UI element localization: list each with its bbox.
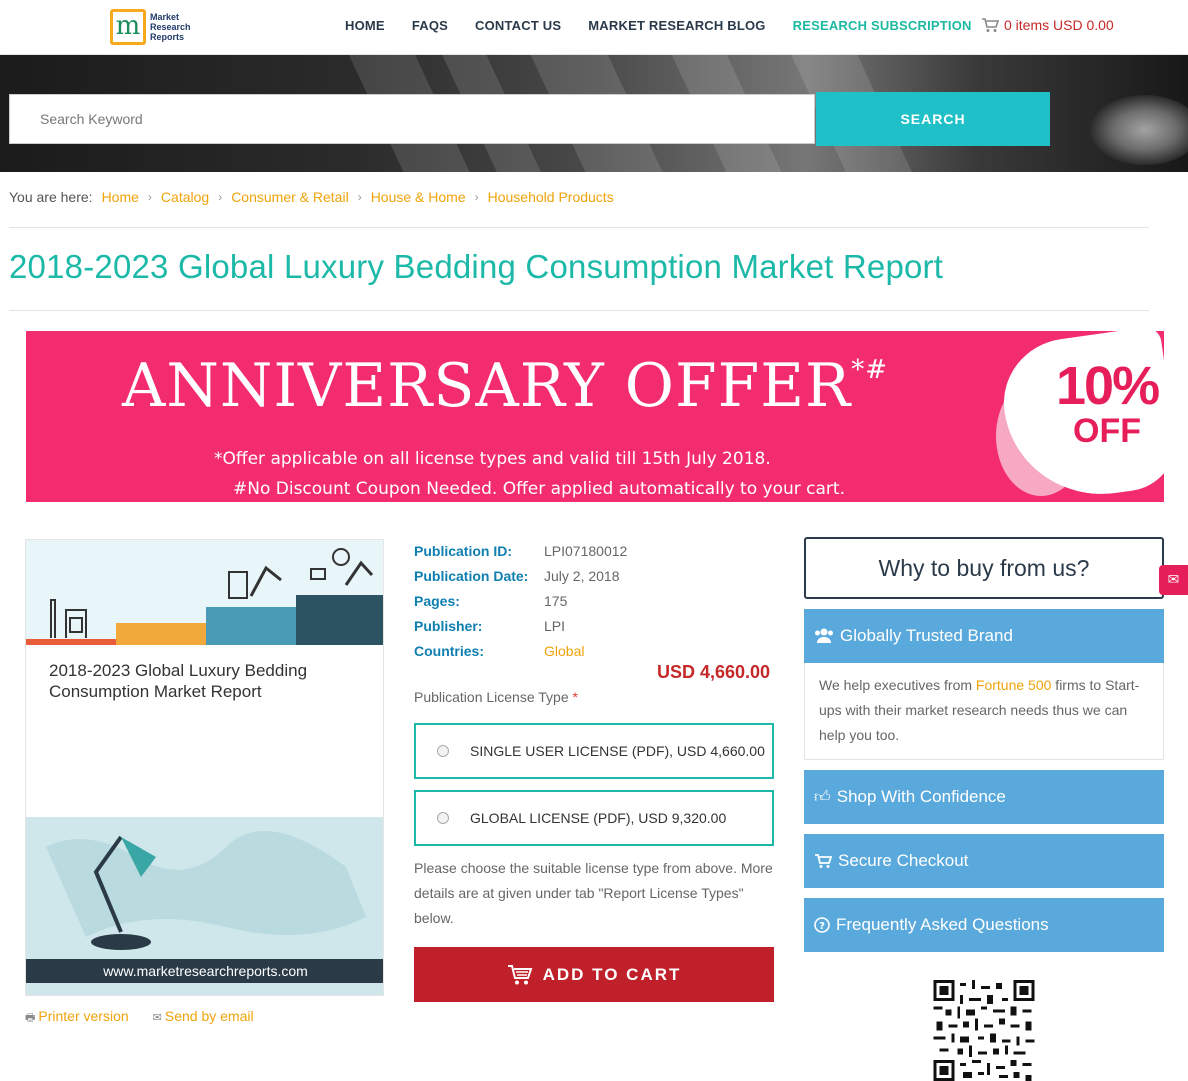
accordion-faq[interactable]: ? Frequently Asked Questions	[804, 898, 1164, 952]
cover-illustration-map	[26, 817, 383, 959]
why-buy-heading: Why to buy from us?	[804, 537, 1164, 599]
license-note: Please choose the suitable license type …	[414, 860, 773, 926]
detail-row: Publication Date: July 2, 2018	[414, 567, 620, 584]
countries-link[interactable]: Global	[544, 643, 584, 659]
detail-row: Publication ID: LPI07180012	[414, 542, 628, 559]
license-option-global[interactable]: GLOBAL LICENSE (PDF), USD 9,320.00	[414, 790, 774, 846]
users-icon	[815, 628, 833, 643]
breadcrumb-household-products[interactable]: Household Products	[488, 189, 614, 205]
divider	[9, 227, 1149, 228]
logo-mark: m	[110, 9, 146, 45]
fortune-500-link[interactable]: Fortune 500	[976, 677, 1052, 693]
search-button[interactable]: SEARCH	[816, 92, 1050, 146]
nav-faqs[interactable]: FAQS	[412, 18, 448, 33]
printer-icon: 🖶	[25, 1012, 36, 1024]
cat-eye-image	[1090, 95, 1188, 165]
divider	[9, 310, 1149, 311]
nav-blog[interactable]: MARKET RESEARCH BLOG	[588, 18, 765, 33]
cover-illustration-top	[26, 540, 383, 645]
chevron-right-icon: ›	[147, 190, 152, 204]
add-to-cart-button[interactable]: ADD TO CART	[414, 947, 774, 1002]
license-option-single-user[interactable]: SINGLE USER LICENSE (PDF), USD 4,660.00	[414, 723, 774, 779]
email-tab-icon[interactable]: ✉	[1159, 565, 1188, 595]
search-input[interactable]: Search Keyword	[9, 94, 815, 144]
discount-percent: 10%	[1056, 356, 1160, 416]
cart-icon	[507, 964, 532, 984]
site-header: m Market Research Reports HOME FAQS CONT…	[0, 0, 1188, 55]
breadcrumb-catalog[interactable]: Catalog	[161, 189, 209, 205]
publication-details: Publication ID: LPI07180012 Publication D…	[414, 538, 627, 663]
detail-row: Countries: Global	[414, 642, 585, 659]
radio-button[interactable]	[437, 745, 449, 757]
thumbs-up-icon: 👍︎	[814, 788, 831, 806]
breadcrumb: You are here: Home › Catalog › Consumer …	[9, 189, 614, 205]
send-by-email-link[interactable]: ✉ Send by email	[153, 1008, 254, 1028]
report-cover-image: 2018-2023 Global Luxury Bedding Consumpt…	[25, 539, 384, 996]
nav-contact-us[interactable]: CONTACT US	[475, 18, 561, 33]
breadcrumb-house-home[interactable]: House & Home	[371, 189, 466, 205]
search-hero: Search Keyword SEARCH	[0, 55, 1188, 172]
anniversary-offer-banner[interactable]: ANNIVERSARY OFFER*# *Offer applicable on…	[26, 331, 1164, 502]
question-circle-icon: ?	[814, 917, 830, 933]
product-links: 🖶 Printer version ✉ Send by email	[25, 1008, 254, 1028]
accordion-shop-with-confidence[interactable]: 👍︎ Shop With Confidence	[804, 770, 1164, 824]
printer-version-link[interactable]: 🖶 Printer version	[25, 1008, 129, 1028]
main-nav: HOME FAQS CONTACT US MARKET RESEARCH BLO…	[345, 18, 972, 33]
breadcrumb-home[interactable]: Home	[102, 189, 139, 205]
nav-research-subscription[interactable]: RESEARCH SUBSCRIPTION	[793, 18, 972, 33]
license-option-label: SINGLE USER LICENSE (PDF), USD 4,660.00	[470, 743, 765, 759]
envelope-icon: ✉	[152, 1012, 162, 1024]
radio-button[interactable]	[437, 812, 449, 824]
accordion-body: We help executives from Fortune 500 firm…	[804, 663, 1164, 760]
svg-text:?: ?	[819, 921, 825, 932]
accordion-globally-trusted-brand[interactable]: Globally Trusted Brand	[804, 609, 1164, 663]
banner-headline: ANNIVERSARY OFFER*#	[122, 351, 889, 421]
cart-link[interactable]: 0 items USD 0.00	[981, 17, 1114, 33]
nav-home[interactable]: HOME	[345, 18, 385, 33]
accordion-secure-checkout[interactable]: Secure Checkout	[804, 834, 1164, 888]
detail-row: Pages: 175	[414, 592, 568, 609]
breadcrumb-consumer-retail[interactable]: Consumer & Retail	[231, 189, 349, 205]
banner-line-1: *Offer applicable on all license types a…	[214, 449, 771, 469]
detail-row: Publisher: LPI	[414, 617, 566, 634]
banner-line-2: #No Discount Coupon Needed. Offer applie…	[233, 479, 845, 499]
site-logo[interactable]: m Market Research Reports	[110, 9, 191, 45]
cart-icon	[815, 853, 832, 868]
price: USD 4,660.00	[657, 662, 771, 682]
chevron-right-icon: ›	[218, 190, 223, 204]
chevron-right-icon: ›	[357, 190, 362, 204]
chevron-right-icon: ›	[474, 190, 479, 204]
page-title: 2018-2023 Global Luxury Bedding Consumpt…	[9, 248, 944, 285]
cover-title: 2018-2023 Global Luxury Bedding Consumpt…	[49, 661, 308, 701]
breadcrumb-prefix: You are here:	[9, 189, 93, 205]
discount-badge: 10% OFF	[1056, 356, 1160, 450]
cover-card: 2018-2023 Global Luxury Bedding Consumpt…	[31, 645, 380, 817]
discount-off: OFF	[1073, 412, 1142, 450]
qr-code	[933, 980, 1035, 1081]
cart-summary: 0 items USD 0.00	[1004, 17, 1114, 33]
logo-text: Market Research Reports	[150, 12, 191, 42]
license-option-label: GLOBAL LICENSE (PDF), USD 9,320.00	[470, 810, 727, 826]
cover-footer-url: www.marketresearchreports.com	[26, 959, 383, 983]
cart-icon	[982, 17, 999, 32]
license-type-label: Publication License Type *	[414, 689, 578, 705]
banner-mark: *#	[851, 355, 889, 385]
